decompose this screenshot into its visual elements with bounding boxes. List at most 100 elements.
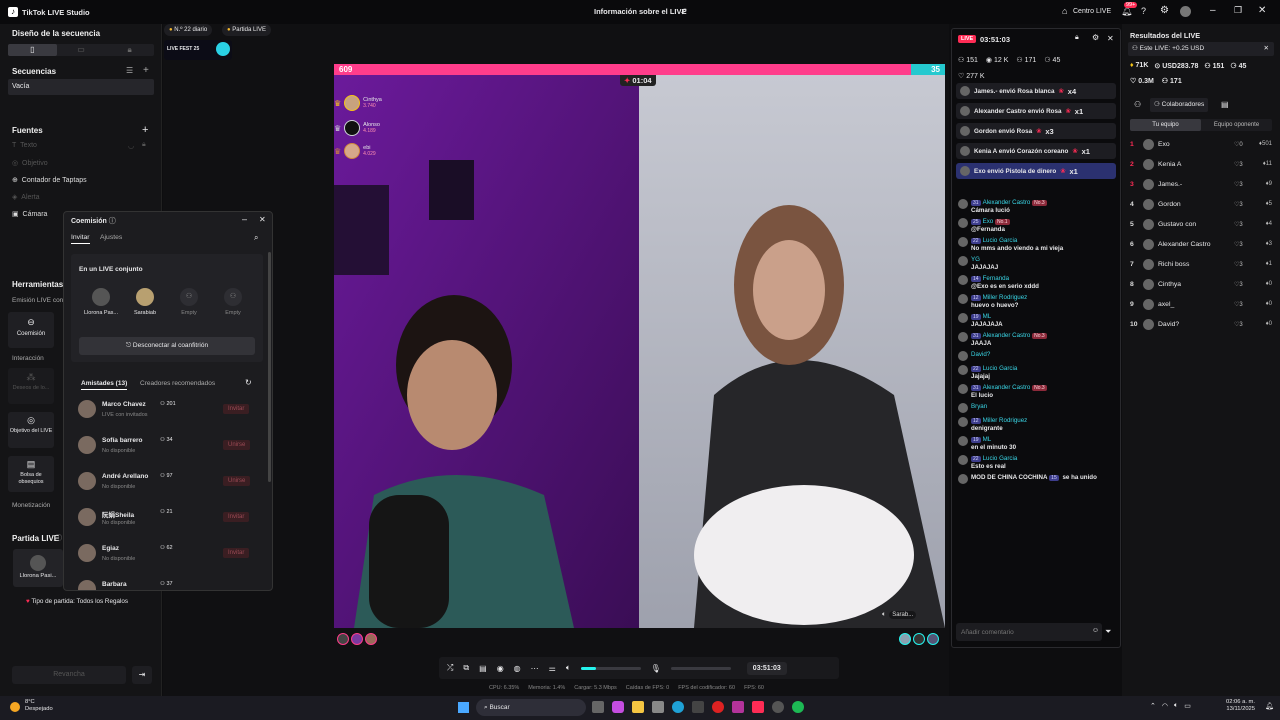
friend-row[interactable]: Sofía barrero ⚇ 34 No disponible Unirse	[78, 434, 258, 470]
chat-message[interactable]: 22 Lucio Garcia No mms ando viendo a mi vi…	[958, 237, 1118, 252]
chat-message[interactable]: 14 Fernanda @Exo es en serio xddd	[958, 275, 1118, 290]
cohost-slot-2[interactable]: Sarabiab	[123, 288, 167, 316]
add-user-icon[interactable]: ⚇	[1134, 100, 1141, 109]
windows-start-icon[interactable]	[458, 702, 469, 713]
system-tray[interactable]: ⌃ ◠ 🔈︎ ▭	[1150, 702, 1191, 710]
bell-icon[interactable]: 🔔︎	[1265, 702, 1274, 710]
mute-icon[interactable]: 🔈︎	[882, 611, 886, 619]
wishes-tool-button[interactable]: ⁂ Deseos de lo...	[8, 368, 54, 404]
ranking-row[interactable]: 6 Alexander Castro ♡3 ♦3	[1130, 234, 1272, 254]
settings-icon[interactable]: ⚙	[1160, 5, 1169, 16]
comment-input[interactable]: ☺	[956, 623, 1102, 641]
tab-recommended[interactable]: Creadores recomendados	[140, 380, 215, 387]
landscape-layout-button[interactable]: ▭	[57, 44, 106, 56]
chat-message[interactable]: 12 Miller Rodriguez huevo o huevo?	[958, 294, 1118, 309]
cohost-slot-4[interactable]: ⚇ Empty	[211, 288, 255, 316]
ranking-row[interactable]: 5 Gustavo con ♡3 ♦4	[1130, 214, 1272, 234]
info-icon[interactable]: ⓘ	[55, 533, 62, 543]
file-explorer-icon[interactable]	[632, 701, 644, 713]
ranking-row[interactable]: 8 Cinthya ♡3 ♦0	[1130, 274, 1272, 294]
live-match-badge[interactable]: ● Partida LIVE	[222, 24, 271, 36]
chat-message[interactable]: 19 ML JAJAJAJA	[958, 313, 1118, 328]
maximize-icon[interactable]: ❐	[1234, 5, 1242, 16]
gift-bag-tool-button[interactable]: ▤ Bolsa de obsequios	[8, 456, 54, 492]
chat-message[interactable]: 31 Alexander Castro No.3 JAAJA	[958, 332, 1118, 347]
top-gifter-2[interactable]: ♛ Alonso 4.189	[334, 120, 380, 136]
friend-row[interactable]: André Arellano ⚇ 97 No disponible Unirse	[78, 470, 258, 506]
team-avatars-left[interactable]	[337, 633, 377, 645]
mic-icon[interactable]: 🎙︎	[651, 664, 661, 673]
locked-layout-button[interactable]: 🔒︎	[105, 44, 154, 56]
scrollbar[interactable]	[268, 252, 271, 482]
settings-icon[interactable]: ⚙	[1092, 33, 1099, 42]
tab-ajustes[interactable]: Ajustes	[100, 234, 122, 241]
close-chat-icon[interactable]: ✕	[1107, 34, 1114, 43]
earnings-banner[interactable]: ⚇ Este LIVE: +0.25 USD ✕	[1128, 42, 1274, 56]
clock[interactable]: 02:06 a. m. 13/11/2025	[1226, 699, 1255, 713]
portrait-layout-button[interactable]: ▯	[8, 44, 57, 56]
minimize-dialog-icon[interactable]: –	[242, 214, 247, 224]
tab-amistades[interactable]: Amistades (13)	[81, 380, 128, 390]
friend-action-button[interactable]: Unirse	[223, 440, 251, 450]
top-gifter-1[interactable]: ♛ Cinthya 3.740	[334, 95, 382, 111]
friend-row[interactable]: Barbara ⚇ 37	[78, 578, 258, 590]
profile-avatar[interactable]	[1180, 6, 1191, 17]
add-source-icon[interactable]: +	[142, 124, 148, 136]
effects-icon[interactable]: ◍	[514, 664, 521, 673]
rematch-button[interactable]: Revancha	[12, 666, 126, 684]
tab-opponent-team[interactable]: Equipo oponente	[1201, 119, 1272, 131]
figma-icon[interactable]	[732, 701, 744, 713]
team-avatars-right[interactable]	[899, 633, 939, 645]
ranking-row[interactable]: 7 Richi boss ♡3 ♦1	[1130, 254, 1272, 274]
live-goal-tool-button[interactable]: ◎ Objetivo del LIVE	[8, 412, 54, 448]
volume-slider[interactable]	[580, 666, 641, 670]
ranking-row[interactable]: 2 Kenia A ♡3 ♦11	[1130, 154, 1272, 174]
chat-message[interactable]: 31 Alexander Castro No.3 El lucio	[958, 384, 1118, 399]
screen-icon[interactable]: ⧉	[463, 663, 469, 673]
chat-message[interactable]: 25 Exo No.1 @Fernanda	[958, 218, 1118, 233]
filter-icon[interactable]: ⏷	[1105, 627, 1111, 637]
task-view-icon[interactable]	[592, 701, 604, 713]
weather-widget[interactable]: 8°C Despejado	[25, 699, 53, 713]
tiktok-studio-icon[interactable]	[752, 701, 764, 713]
emoji-icon[interactable]: ☺	[1092, 627, 1099, 634]
lock-icon[interactable]: 🔒︎	[1075, 34, 1079, 42]
collaborators-button[interactable]: ⚆ Colaboradores	[1150, 98, 1209, 112]
app-icon[interactable]	[692, 701, 704, 713]
comment-field[interactable]	[956, 623, 1084, 641]
help-icon[interactable]: ?	[1141, 6, 1146, 16]
source-text[interactable]: T Texto	[12, 142, 37, 149]
list-icon[interactable]: ☰	[126, 66, 133, 75]
chat-message[interactable]: Bryan	[958, 403, 1118, 413]
disconnect-cohost-button[interactable]: ⎋ Desconectar al coanfitrión	[79, 337, 255, 355]
magic-icon[interactable]: ⤮	[447, 663, 453, 673]
store-icon[interactable]	[652, 701, 664, 713]
cohost-slot-3[interactable]: ⚇ Empty	[167, 288, 211, 316]
friend-action-button[interactable]: Invitar	[223, 512, 250, 522]
ranking-row[interactable]: 1 Exo ♡0 ♦501	[1130, 134, 1272, 154]
chat-message[interactable]: David?	[958, 351, 1118, 361]
chat-message[interactable]: 22 Lucio Garcia Esto es real	[958, 455, 1118, 470]
source-taptap-counter[interactable]: ⊕ Contador de Taptaps	[12, 176, 87, 184]
tab-my-team[interactable]: Tu equipo	[1130, 119, 1201, 131]
coemission-tool-button[interactable]: ⊖ Coemisión	[8, 312, 54, 348]
cohost-slot-1[interactable]: Llorona Pas...	[79, 288, 123, 316]
source-camera[interactable]: ▣ Cámara	[12, 210, 47, 218]
top-gifter-3[interactable]: ♛ ebi 4.029	[334, 143, 376, 159]
cohost-label[interactable]: 🔈︎ Sarab...	[882, 611, 917, 619]
close-banner-icon[interactable]: ✕	[1264, 42, 1269, 56]
live-info-title[interactable]: Información sobre el LIVE	[594, 7, 687, 16]
opera-icon[interactable]	[712, 701, 724, 713]
friend-row[interactable]: 阮娟Sheila ⚇ 21 No disponible Invitar	[78, 506, 258, 542]
chat-message[interactable]: YG JAJAJAJ	[958, 256, 1118, 271]
chat-message[interactable]: 12 Miller Rodriguez denigrante	[958, 417, 1118, 432]
exit-match-button[interactable]: ⇥	[132, 666, 152, 684]
share-icon[interactable]: ⇗	[680, 6, 688, 17]
live-fest-badge[interactable]: LIVE FEST 25	[164, 40, 232, 60]
refresh-icon[interactable]: ↻	[245, 378, 252, 387]
more-icon[interactable]: ⋯	[531, 664, 539, 673]
lock-icon[interactable]: 🔒︎	[142, 141, 146, 149]
tab-invitar[interactable]: Invitar	[71, 234, 90, 244]
ranking-row[interactable]: 10 David? ♡3 ♦0	[1130, 314, 1272, 334]
close-icon[interactable]: ✕	[1258, 5, 1266, 16]
